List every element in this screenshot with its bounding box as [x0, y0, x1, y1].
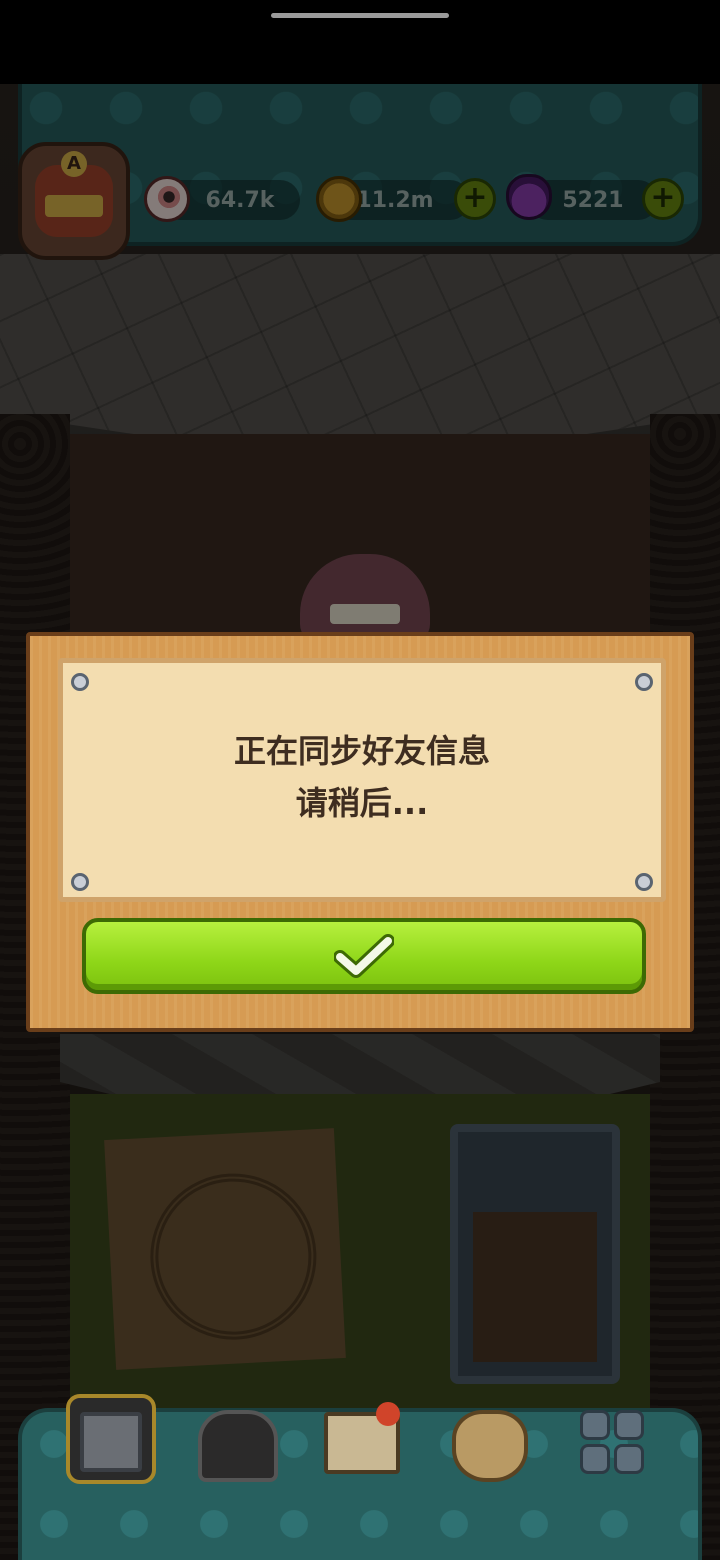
- building-button[interactable]: [66, 1394, 156, 1484]
- grid-menu-button[interactable]: [574, 1404, 664, 1494]
- monster-cage-button[interactable]: [194, 1404, 284, 1494]
- money-bag-icon: [452, 1410, 528, 1482]
- confirm-button[interactable]: [82, 918, 646, 994]
- notification-dot: [376, 1402, 400, 1426]
- book-button[interactable]: [320, 1398, 410, 1488]
- status-bar: [0, 0, 720, 84]
- screw-icon: [635, 673, 653, 691]
- screw-icon: [71, 673, 89, 691]
- building-icon: [80, 1412, 142, 1472]
- money-bag-button[interactable]: [446, 1402, 536, 1492]
- check-icon: [334, 934, 394, 978]
- dialog-line-2: 请稍后...: [295, 784, 429, 822]
- dialog-message: 正在同步好友信息 请稍后...: [63, 725, 661, 829]
- screw-icon: [71, 873, 89, 891]
- screw-icon: [635, 873, 653, 891]
- monster-cage-icon: [198, 1410, 278, 1482]
- dialog-line-1: 正在同步好友信息: [233, 732, 490, 770]
- sync-dialog: 正在同步好友信息 请稍后...: [26, 632, 694, 1032]
- dialog-parchment: 正在同步好友信息 请稍后...: [58, 658, 666, 902]
- home-indicator: [271, 13, 449, 18]
